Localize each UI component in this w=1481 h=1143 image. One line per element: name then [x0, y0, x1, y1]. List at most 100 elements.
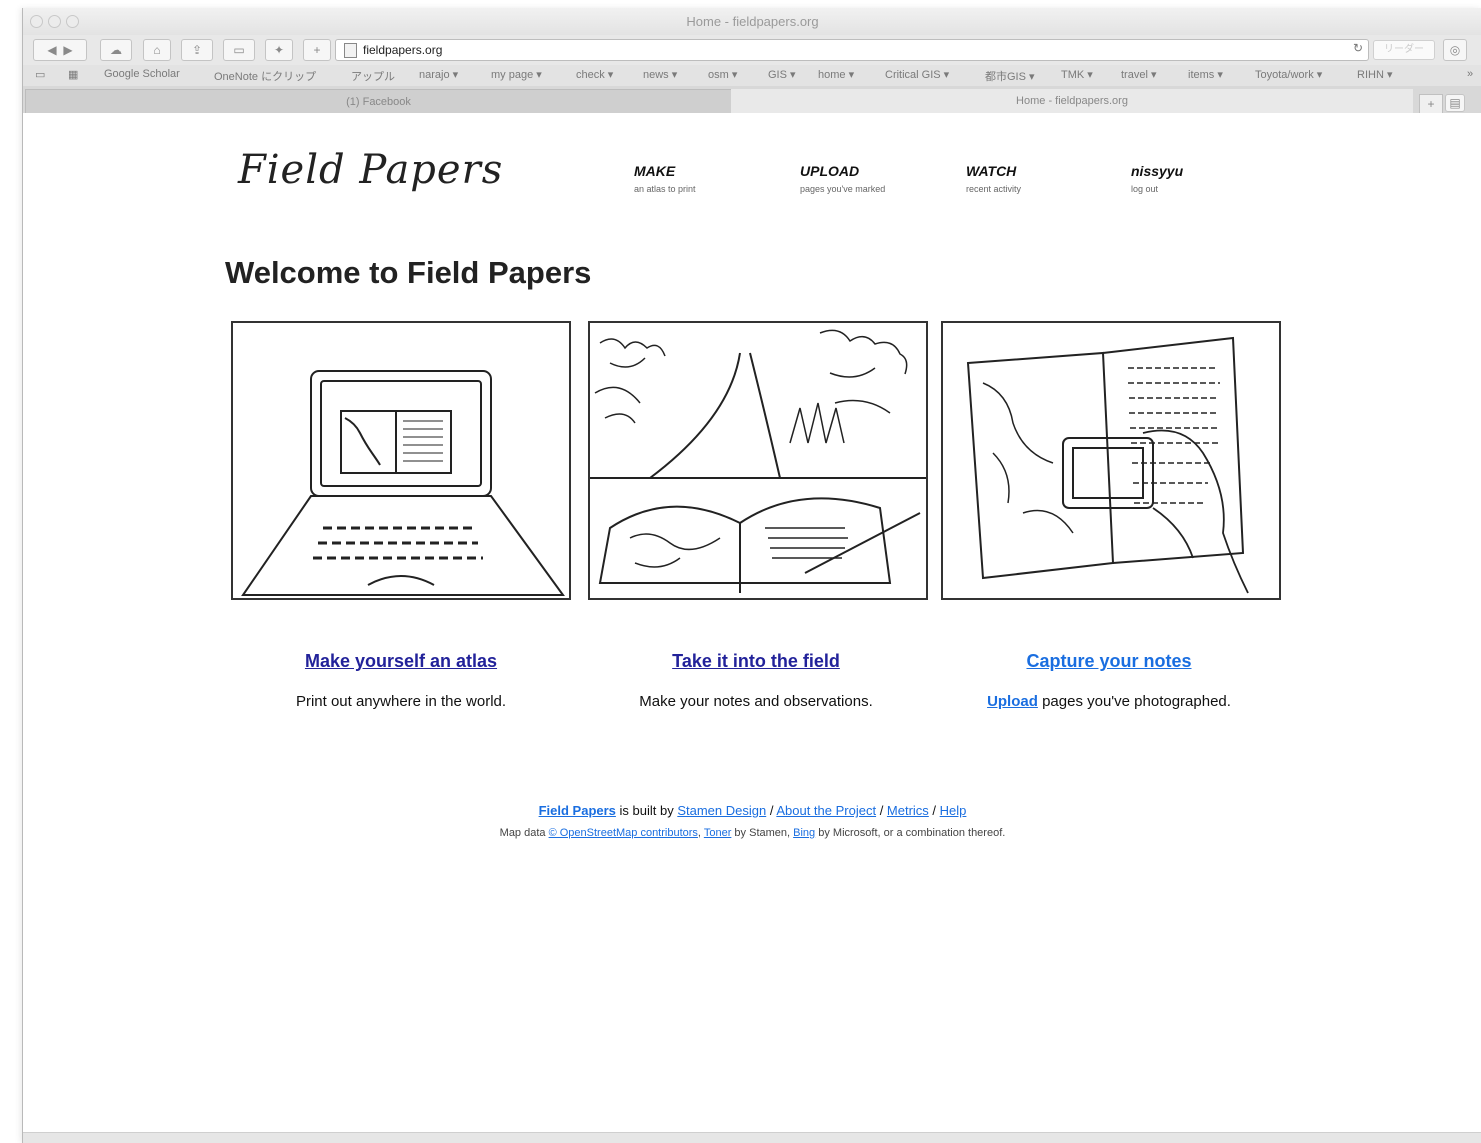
tab-overview-icon: ▤: [1449, 96, 1461, 110]
home-icon: ⌂: [153, 43, 161, 57]
bookmark-item[interactable]: my page ▾: [491, 68, 542, 81]
download-icon: ◎: [1449, 43, 1461, 57]
nav-upload-label[interactable]: UPLOAD: [800, 163, 885, 179]
nav-make-label[interactable]: MAKE: [634, 163, 696, 179]
bookmark-item[interactable]: GIS ▾: [768, 68, 796, 81]
nav-upload[interactable]: UPLOAD pages you've marked: [800, 163, 885, 194]
capture-drawing-icon: [966, 336, 1249, 594]
extension-icon: ✦: [273, 43, 285, 57]
bookmark-item[interactable]: Critical GIS ▾: [885, 68, 949, 81]
capture-notes-link[interactable]: Capture your notes: [929, 651, 1289, 672]
about-link[interactable]: About the Project: [776, 803, 876, 818]
nav-make-sub: an atlas to print: [634, 184, 696, 194]
bookmark-item[interactable]: Toyota/work ▾: [1255, 68, 1322, 81]
plus-icon: +: [313, 43, 321, 57]
attribution-suffix: by Microsoft, or a combination thereof.: [815, 827, 1006, 839]
bookmark-item[interactable]: TMK ▾: [1061, 68, 1093, 81]
bookmark-item[interactable]: RIHN ▾: [1357, 68, 1392, 81]
laptop-illustration: [231, 321, 571, 600]
stamen-link[interactable]: Stamen Design: [677, 803, 766, 818]
tab-facebook[interactable]: (1) Facebook: [25, 89, 732, 114]
bookmark-item[interactable]: check ▾: [576, 68, 613, 81]
bookmark-item[interactable]: items ▾: [1188, 68, 1223, 81]
page-title: Welcome to Field Papers: [225, 255, 592, 290]
help-link[interactable]: Help: [940, 803, 967, 818]
browser-window: Home - fieldpapers.org ◀ ▶ ☁ ⌂ ⇪ ▭ ✦ + f…: [22, 8, 1481, 1143]
tab-overview-button[interactable]: ▤: [1445, 94, 1465, 112]
bookmark-item[interactable]: 都市GIS ▾: [985, 68, 1035, 84]
new-tab-button[interactable]: +: [1419, 94, 1443, 114]
reading-list-button[interactable]: ▭: [223, 39, 255, 61]
window-title: Home - fieldpapers.org: [686, 14, 819, 29]
footer-separator: /: [766, 803, 777, 818]
close-window-icon[interactable]: [30, 15, 43, 28]
bookmarks-overflow-icon[interactable]: »: [1467, 68, 1473, 80]
site-favicon-icon: [344, 43, 357, 58]
status-bar: [23, 1132, 1481, 1143]
nav-watch-label[interactable]: WATCH: [966, 163, 1021, 179]
bookmark-item[interactable]: OneNote にクリップ: [214, 68, 316, 84]
reader-button[interactable]: リーダー: [1373, 40, 1435, 60]
nav-watch[interactable]: WATCH recent activity: [966, 163, 1021, 194]
upload-link[interactable]: Upload: [987, 693, 1038, 710]
back-arrow-icon[interactable]: ◀: [47, 43, 56, 57]
bookmark-item[interactable]: Google Scholar: [104, 68, 180, 80]
nav-user[interactable]: nissyyu log out: [1131, 163, 1183, 194]
forward-arrow-icon[interactable]: ▶: [63, 43, 72, 57]
bookmark-item[interactable]: news ▾: [643, 68, 677, 81]
back-forward-buttons[interactable]: ◀ ▶: [33, 39, 87, 61]
bookmark-item[interactable]: osm ▾: [708, 68, 737, 81]
url-text: fieldpapers.org: [363, 43, 443, 57]
share-button[interactable]: ⇪: [181, 39, 213, 61]
browser-toolbar: ◀ ▶ ☁ ⌂ ⇪ ▭ ✦ + fieldpapers.org ↻ リーダー ◎: [23, 35, 1481, 65]
web-page: Field Papers MAKE an atlas to print UPLO…: [23, 113, 1481, 1143]
toner-link[interactable]: Toner: [704, 827, 732, 839]
zoom-window-icon[interactable]: [66, 15, 79, 28]
reload-icon[interactable]: ↻: [1353, 41, 1363, 55]
field-drawing-icon: [590, 329, 926, 593]
nav-username[interactable]: nissyyu: [1131, 163, 1183, 179]
attribution-prefix: Map data: [499, 827, 549, 839]
take-into-field-description: Make your notes and observations.: [639, 693, 873, 710]
nav-watch-sub: recent activity: [966, 184, 1022, 194]
share-icon: ⇪: [191, 43, 203, 57]
cloud-icon: ☁: [110, 43, 122, 57]
bookmark-item[interactable]: home ▾: [818, 68, 854, 81]
minimize-window-icon[interactable]: [48, 15, 61, 28]
site-logo[interactable]: Field Papers: [238, 147, 503, 193]
tab-fieldpapers[interactable]: Home - fieldpapers.org: [731, 89, 1413, 113]
book-icon: ▭: [233, 43, 245, 57]
make-atlas-description: Print out anywhere in the world.: [295, 693, 507, 710]
top-sites-icon[interactable]: ▦: [68, 68, 78, 81]
footer-brand-link[interactable]: Field Papers: [539, 803, 616, 818]
bookmark-item[interactable]: アップル: [351, 68, 395, 84]
bookmarks-sidebar-icon[interactable]: ▭: [35, 68, 45, 81]
osm-link[interactable]: © OpenStreetMap contributors: [549, 827, 698, 839]
make-atlas-link[interactable]: Make yourself an atlas: [221, 651, 581, 672]
bookmark-item[interactable]: narajo ▾: [419, 68, 458, 81]
footer-separator: /: [876, 803, 887, 818]
attribution-by-stamen: by Stamen,: [731, 827, 794, 839]
capture-illustration: [941, 321, 1281, 600]
bookmark-item[interactable]: travel ▾: [1121, 68, 1156, 81]
home-button[interactable]: ⌂: [143, 39, 171, 61]
capture-notes-text: pages you've photographed.: [1037, 693, 1231, 710]
address-bar[interactable]: fieldpapers.org: [335, 39, 1369, 61]
bookmarks-bar: ▭ ▦ Google Scholar OneNote にクリップ アップル na…: [23, 65, 1481, 86]
footer-credits: Field Papers is built by Stamen Design /…: [23, 803, 1481, 818]
footer-separator: /: [928, 803, 940, 818]
field-illustration: [588, 321, 928, 600]
title-bar: Home - fieldpapers.org: [23, 8, 1481, 35]
footer-map-attribution: Map data © OpenStreetMap contributors, T…: [23, 827, 1481, 839]
metrics-link[interactable]: Metrics: [887, 803, 929, 818]
bing-link[interactable]: Bing: [793, 827, 815, 839]
logout-link[interactable]: log out: [1131, 184, 1183, 194]
extension-button[interactable]: ✦: [265, 39, 293, 61]
window-controls: [30, 15, 79, 28]
icloud-tabs-button[interactable]: ☁: [100, 39, 132, 61]
downloads-button[interactable]: ◎: [1443, 39, 1467, 61]
nav-make[interactable]: MAKE an atlas to print: [634, 163, 696, 194]
laptop-drawing-icon: [241, 370, 565, 596]
take-into-field-link[interactable]: Take it into the field: [576, 651, 936, 672]
add-bookmark-button[interactable]: +: [303, 39, 331, 61]
